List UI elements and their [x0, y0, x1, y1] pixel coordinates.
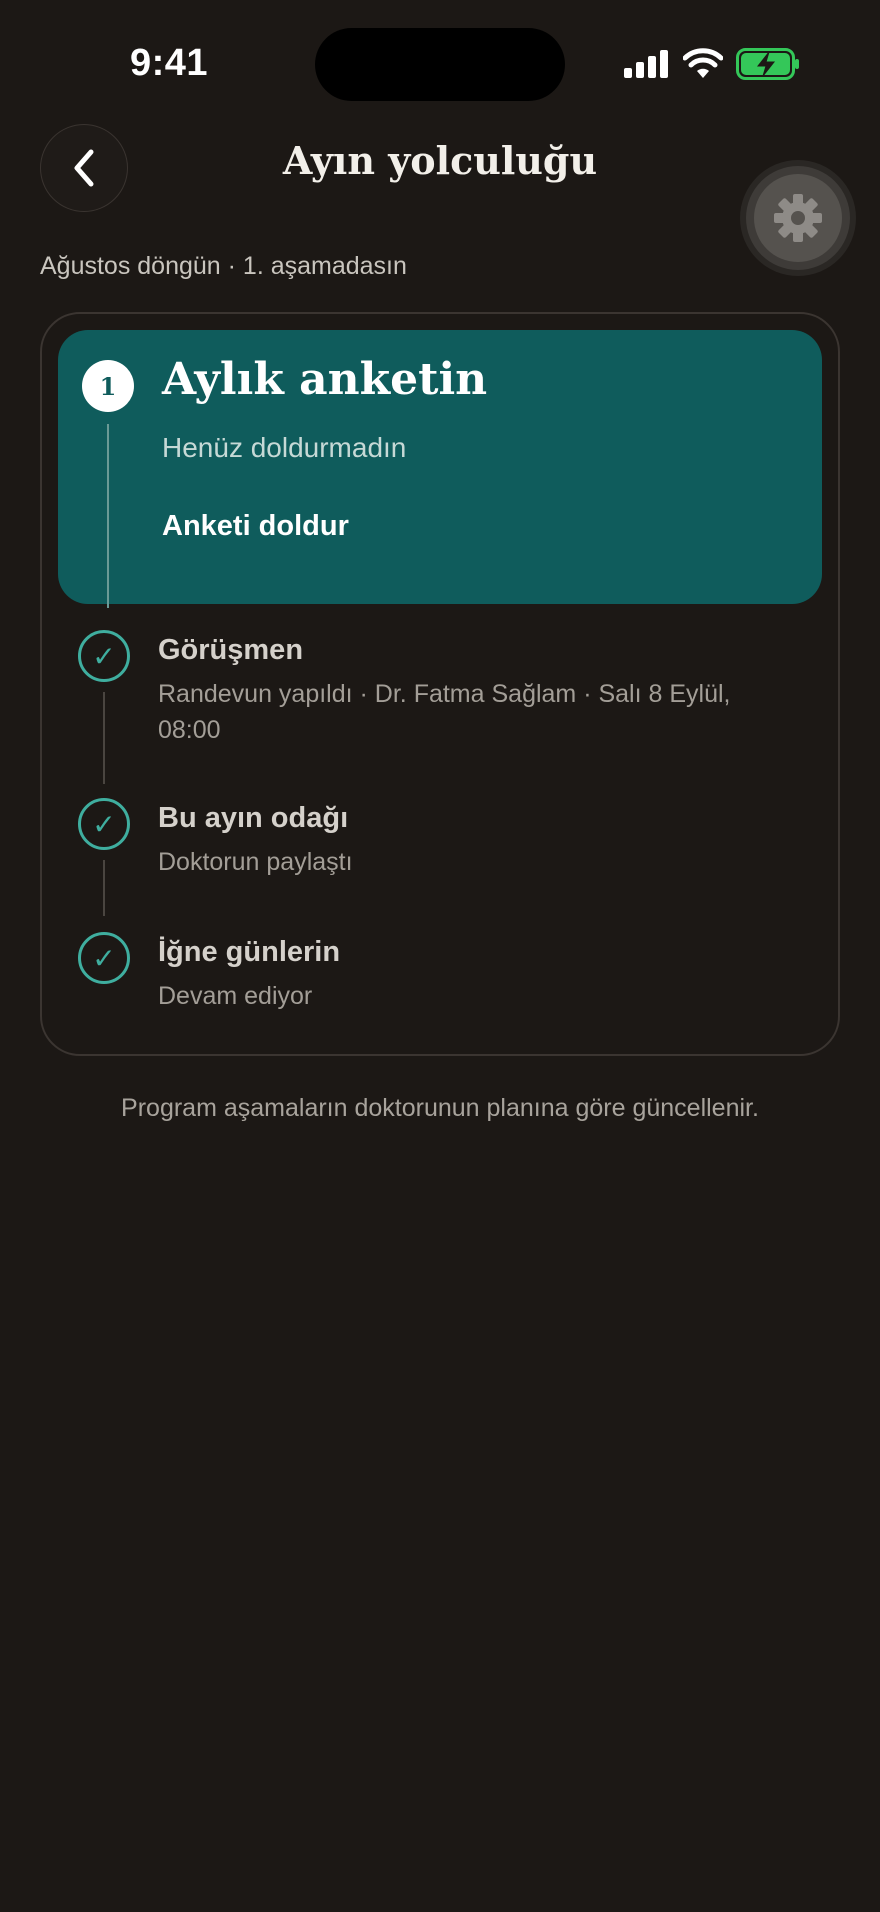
fill-survey-button[interactable]: Anketi doldur: [162, 510, 349, 543]
battery-charging-icon: [736, 48, 799, 80]
timeline-connector: [103, 860, 105, 916]
settings-button[interactable]: [746, 166, 850, 270]
check-icon: ✓: [78, 630, 130, 682]
step-title: Bu ayın odağı: [158, 802, 349, 834]
step-status: Doktorun paylaştı: [158, 848, 353, 876]
step-number-badge: 1: [82, 360, 134, 412]
wifi-icon: [683, 48, 723, 78]
dynamic-island: [315, 28, 565, 101]
status-time: 9:41: [130, 42, 209, 84]
page-title: Ayın yolculuğu: [282, 138, 598, 183]
step-title: İğne günlerin: [158, 936, 341, 968]
check-icon: ✓: [78, 798, 130, 850]
timeline-connector: [107, 424, 109, 608]
step-status: Henüz doldurmadın: [162, 432, 407, 463]
check-icon: ✓: [78, 932, 130, 984]
cellular-signal-icon: [624, 50, 668, 78]
step-status: Randevun yapıldı · Dr. Fatma Sağlam · Sa…: [158, 680, 731, 744]
step-title: Aylık anketin: [162, 354, 488, 405]
cycle-subtitle: Ağustos döngün · 1. aşamadasın: [40, 252, 407, 280]
step-title: Görüşmen: [158, 634, 304, 666]
timeline-connector: [103, 692, 105, 784]
footer-note: Program aşamaların doktorunun planına gö…: [121, 1094, 759, 1122]
gear-icon: [774, 194, 822, 242]
step-status: Devam ediyor: [158, 982, 313, 1010]
